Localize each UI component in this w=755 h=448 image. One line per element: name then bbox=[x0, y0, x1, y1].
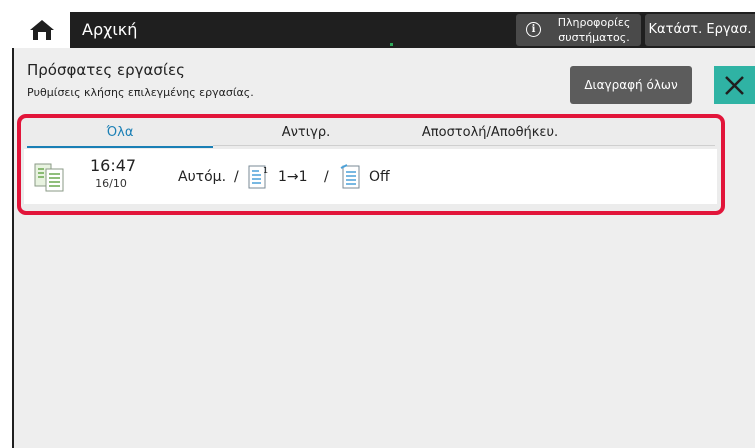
staple-value: Off bbox=[369, 169, 390, 185]
duplex-value: 1→1 bbox=[278, 169, 308, 185]
home-icon bbox=[30, 20, 54, 40]
svg-text:1: 1 bbox=[263, 166, 268, 175]
main-panel bbox=[12, 48, 755, 448]
job-status-button[interactable]: Κατάστ. Εργασ. bbox=[645, 14, 755, 46]
delete-all-button[interactable]: Διαγραφή όλων bbox=[570, 66, 692, 104]
separator: / bbox=[324, 169, 329, 185]
duplex-icon: 1 bbox=[248, 165, 268, 189]
job-color-mode: Αυτόμ. bbox=[178, 169, 227, 185]
system-info-button[interactable]: i Πληροφορίες συστήματος. bbox=[516, 14, 641, 46]
page-location-title: Αρχική bbox=[82, 20, 138, 39]
job-date: 16/10 bbox=[95, 177, 127, 190]
page-title: Πρόσφατες εργασίες bbox=[27, 61, 185, 79]
status-indicator-dot bbox=[390, 43, 393, 46]
system-info-label: Πληροφορίες συστήματος. bbox=[557, 16, 631, 44]
close-button[interactable] bbox=[714, 66, 755, 104]
info-icon: i bbox=[526, 22, 541, 37]
copy-job-icon bbox=[34, 163, 64, 192]
home-button[interactable] bbox=[12, 12, 70, 48]
page-subtitle: Ρυθμίσεις κλήσης επιλεγμένης εργασίας. bbox=[27, 86, 254, 99]
close-icon bbox=[725, 76, 744, 95]
tab-copy[interactable]: Αντιγρ. bbox=[213, 122, 399, 146]
tab-all[interactable]: Όλα bbox=[27, 122, 213, 148]
tab-divider bbox=[213, 145, 715, 146]
staple-icon bbox=[340, 164, 360, 189]
job-time: 16:47 bbox=[90, 156, 137, 175]
separator: / bbox=[234, 169, 239, 185]
app-window: Αρχική i Πληροφορίες συστήματος. Κατάστ.… bbox=[0, 0, 755, 448]
tab-send-save[interactable]: Αποστολή/Αποθήκευ. bbox=[390, 122, 590, 146]
